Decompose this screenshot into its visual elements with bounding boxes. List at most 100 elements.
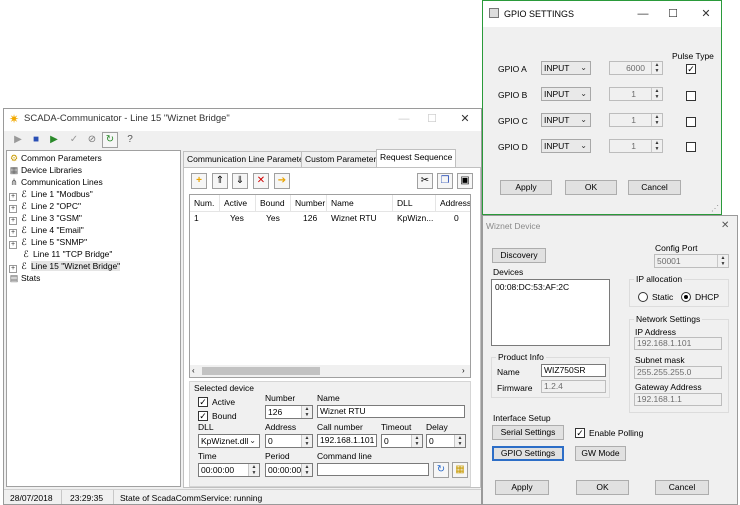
bound-checkbox[interactable]: ✓: [198, 411, 208, 421]
timeout-field[interactable]: 0 ▲ ▼: [381, 434, 423, 448]
gpio-apply-button[interactable]: Apply: [500, 180, 552, 195]
tree-item-stats[interactable]: ▤ Stats: [9, 272, 41, 284]
scroll-left-icon[interactable]: ‹: [192, 365, 195, 377]
spin-arrows-icon[interactable]: ▲ ▼: [651, 140, 662, 152]
horizontal-scrollbar[interactable]: ‹ ›: [190, 365, 470, 377]
gpio-cancel-button[interactable]: Cancel: [628, 180, 681, 195]
period-field[interactable]: 00:00:00 ▲ ▼: [265, 463, 313, 477]
ip-address-field[interactable]: 192.168.1.101: [634, 337, 722, 350]
maximize-button[interactable]: ☐: [661, 6, 685, 22]
tree-item-line-15[interactable]: + ℰ Line 15 "Wiznet Bridge": [9, 260, 121, 273]
tree-item-line-5[interactable]: + ℰ Line 5 "SNMP": [9, 236, 87, 249]
enable-polling-checkbox[interactable]: ✓: [575, 428, 585, 438]
delete-icon[interactable]: ✕: [253, 173, 269, 189]
tree-item-line-3[interactable]: + ℰ Line 3 "GSM": [9, 212, 82, 225]
tab-request-sequence[interactable]: Request Sequence: [376, 149, 457, 168]
delay-field[interactable]: 0 ▲ ▼: [426, 434, 466, 448]
firmware-field[interactable]: 1.2.4: [541, 380, 606, 393]
gpio-b-mode-dropdown[interactable]: INPUT ⌄: [541, 87, 591, 101]
gpio-b-value-field[interactable]: 1 ▲ ▼: [609, 87, 663, 101]
gpio-c-pulse-checkbox[interactable]: [686, 117, 696, 127]
tree-item-device-libraries[interactable]: ▦ Device Libraries: [9, 164, 82, 176]
minimize-button[interactable]: —: [631, 6, 655, 22]
refresh-icon[interactable]: ↻: [433, 462, 449, 478]
product-name-field[interactable]: WIZ750SR: [541, 364, 606, 377]
spin-arrows-icon[interactable]: ▲ ▼: [651, 62, 662, 74]
spin-arrows-icon[interactable]: ▲ ▼: [248, 464, 259, 476]
minimize-button[interactable]: —: [392, 111, 416, 127]
properties-icon[interactable]: ▦: [452, 462, 468, 478]
subnet-mask-field[interactable]: 255.255.255.0: [634, 366, 722, 379]
gpio-b-pulse-checkbox[interactable]: [686, 91, 696, 101]
active-checkbox[interactable]: ✓: [198, 397, 208, 407]
gpio-d-value-field[interactable]: 1 ▲ ▼: [609, 139, 663, 153]
restart-icon[interactable]: ▶: [46, 132, 62, 148]
spin-arrows-icon[interactable]: ▲ ▼: [651, 88, 662, 100]
column-header[interactable]: DLL: [393, 195, 436, 212]
dhcp-radio[interactable]: [681, 292, 691, 302]
tab-communication-line-parameters[interactable]: Communication Line Parameters: [183, 151, 315, 167]
spin-arrows-icon[interactable]: ▲ ▼: [301, 464, 312, 476]
devices-list[interactable]: 00:08:DC:53:AF:2C: [491, 279, 610, 346]
dll-dropdown[interactable]: KpWiznet.dll ⌄: [198, 434, 260, 448]
close-button[interactable]: ✕: [453, 111, 477, 127]
gpio-settings-button[interactable]: GPIO Settings: [492, 446, 564, 461]
stop-icon[interactable]: ■: [28, 132, 44, 148]
call-number-field[interactable]: 192.168.1.101: [317, 434, 377, 447]
serial-settings-button[interactable]: Serial Settings: [492, 425, 564, 440]
help-icon[interactable]: ?: [122, 132, 138, 148]
close-icon[interactable]: ✕: [721, 220, 729, 231]
tree-item-line-4[interactable]: + ℰ Line 4 "Email": [9, 224, 84, 237]
config-port-field[interactable]: 50001 ▲ ▼: [654, 254, 729, 268]
spin-arrows-icon[interactable]: ▲ ▼: [454, 435, 465, 447]
discovery-button[interactable]: Discovery: [492, 248, 546, 263]
play-icon[interactable]: ▶: [10, 132, 26, 148]
tree-item-line-1[interactable]: + ℰ Line 1 "Modbus": [9, 188, 93, 201]
cancel-icon[interactable]: ⊘: [84, 132, 100, 148]
gpio-d-pulse-checkbox[interactable]: [686, 142, 696, 152]
wiznet-cancel-button[interactable]: Cancel: [655, 480, 709, 495]
gpio-a-pulse-checkbox[interactable]: ✓: [686, 64, 696, 74]
command-line-field[interactable]: [317, 463, 429, 476]
column-header[interactable]: Active: [220, 195, 256, 212]
gpio-d-mode-dropdown[interactable]: INPUT ⌄: [541, 139, 591, 153]
tree-item-line-11[interactable]: ℰ Line 11 "TCP Bridge": [9, 248, 112, 260]
column-header[interactable]: Bound: [256, 195, 291, 212]
gpio-a-value-field[interactable]: 6000 ▲ ▼: [609, 61, 663, 75]
gw-mode-button[interactable]: GW Mode: [575, 446, 626, 461]
list-item[interactable]: 00:08:DC:53:AF:2C: [495, 282, 569, 292]
move-down-icon[interactable]: ⇓: [232, 173, 248, 189]
tree-item-line-2[interactable]: + ℰ Line 2 "OPC": [9, 200, 81, 213]
wiznet-apply-button[interactable]: Apply: [495, 480, 549, 495]
name-field[interactable]: Wiznet RTU: [317, 405, 465, 418]
static-radio[interactable]: [638, 292, 648, 302]
cut-icon[interactable]: ✂: [417, 173, 433, 189]
paste-icon[interactable]: ▣: [457, 173, 473, 189]
copy-icon[interactable]: ❐: [437, 173, 453, 189]
spin-arrows-icon[interactable]: ▲ ▼: [717, 255, 728, 267]
close-button[interactable]: ✕: [694, 6, 718, 22]
column-header[interactable]: Number: [291, 195, 327, 212]
spin-arrows-icon[interactable]: ▲ ▼: [301, 435, 312, 447]
spin-arrows-icon[interactable]: ▲ ▼: [651, 114, 662, 126]
gateway-address-field[interactable]: 192.168.1.1: [634, 393, 722, 406]
gpio-ok-button[interactable]: OK: [565, 180, 617, 195]
column-header[interactable]: Address: [436, 195, 470, 212]
gpio-c-mode-dropdown[interactable]: INPUT ⌄: [541, 113, 591, 127]
add-icon[interactable]: +: [191, 173, 207, 189]
move-up-icon[interactable]: ⇑: [212, 173, 228, 189]
tab-custom-parameters[interactable]: Custom Parameters: [301, 151, 385, 167]
gpio-a-mode-dropdown[interactable]: INPUT ⌄: [541, 61, 591, 75]
column-header[interactable]: Num.: [190, 195, 220, 212]
scrollbar-thumb[interactable]: [202, 367, 320, 375]
tree-item-communication-lines[interactable]: ⋔ Communication Lines: [9, 176, 103, 188]
maximize-button[interactable]: ☐: [420, 111, 444, 127]
check-icon[interactable]: ✓: [66, 132, 82, 148]
tree-item-common-parameters[interactable]: ⚙ Common Parameters: [9, 152, 102, 164]
address-field[interactable]: 0 ▲ ▼: [265, 434, 313, 448]
table-row[interactable]: 1 Yes Yes 126 Wiznet RTU KpWizn... 0: [190, 212, 470, 225]
spin-arrows-icon[interactable]: ▲ ▼: [411, 435, 422, 447]
time-field[interactable]: 00:00:00 ▲ ▼: [198, 463, 260, 477]
column-header[interactable]: Name: [327, 195, 393, 212]
gpio-c-value-field[interactable]: 1 ▲ ▼: [609, 113, 663, 127]
